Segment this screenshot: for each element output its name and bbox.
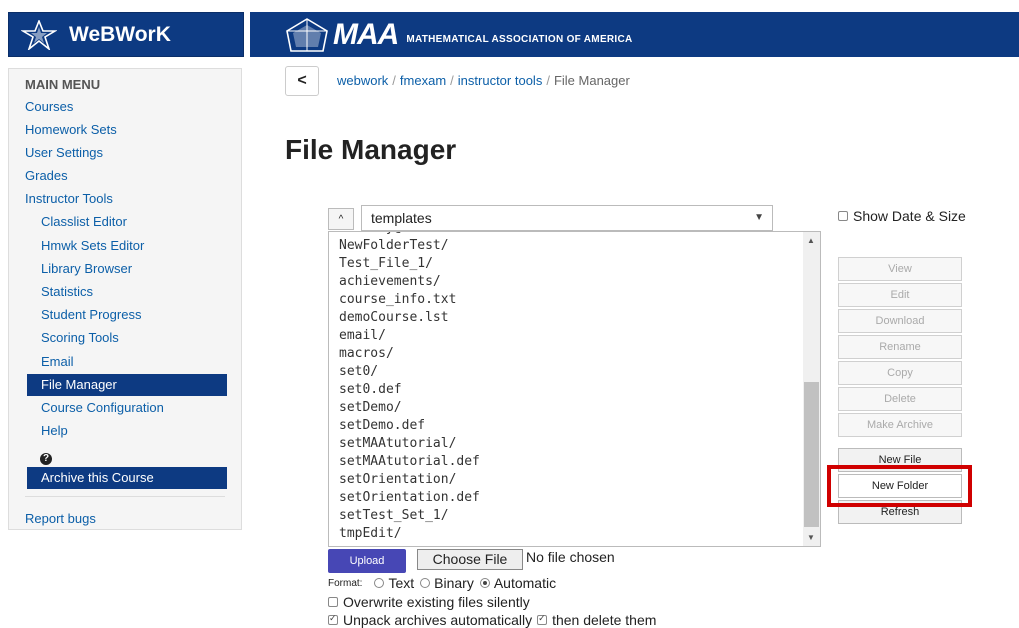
unpack-label: Unpack archives automatically <box>343 612 533 628</box>
file-list-scrollbar[interactable]: ▲ ▼ <box>803 232 820 546</box>
sidebar-item-help[interactable]: Help <box>41 423 68 438</box>
breadcrumb: webwork / fmexam / instructor tools / File Man… <box>337 73 630 88</box>
overwrite-label: Overwrite existing files silently <box>343 594 530 610</box>
choose-file-button[interactable]: Choose File <box>417 549 523 570</box>
scroll-up-icon[interactable]: ▲ <box>807 236 815 245</box>
sidebar-item-statistics[interactable]: Statistics <box>41 284 93 299</box>
file-list-items: Library@NewFolderTest/Test_File_1/achiev… <box>339 232 480 543</box>
file-chosen-status: No file chosen <box>526 549 615 565</box>
breadcrumb-webwork[interactable]: webwork <box>337 73 388 88</box>
directory-select[interactable]: templates ▼ <box>361 205 773 231</box>
maa-wordmark: MAA <box>333 17 399 51</box>
new-folder-highlight <box>827 465 972 507</box>
sidebar-item-scoring-tools[interactable]: Scoring Tools <box>41 330 119 345</box>
file-list-item[interactable]: email/ <box>339 327 480 345</box>
file-list[interactable]: Library@NewFolderTest/Test_File_1/achiev… <box>328 231 821 547</box>
breadcrumb-current: File Manager <box>553 73 630 88</box>
sidebar-item-hmwk-sets-editor[interactable]: Hmwk Sets Editor <box>41 238 144 253</box>
file-list-item[interactable]: NewFolderTest/ <box>339 237 480 255</box>
sidebar-item-archive-course[interactable]: Archive this Course <box>27 467 227 489</box>
view-button[interactable]: View <box>838 257 962 281</box>
format-automatic-radio[interactable] <box>479 578 490 588</box>
sidebar-item-file-manager[interactable]: File Manager <box>27 374 227 396</box>
sidebar-item-student-progress[interactable]: Student Progress <box>41 307 141 322</box>
sidebar-item-email[interactable]: Email <box>41 354 74 369</box>
maa-org-name: MATHEMATICAL ASSOCIATION OF AMERICA <box>406 34 633 45</box>
upload-button[interactable]: Upload <box>328 549 406 573</box>
file-list-item[interactable]: course_info.txt <box>339 291 480 309</box>
overwrite-option[interactable]: Overwrite existing files silently <box>328 594 530 610</box>
file-list-item[interactable]: setDemo.def <box>339 417 480 435</box>
breadcrumb-separator: / <box>546 73 550 88</box>
breadcrumb-fmexam[interactable]: fmexam <box>400 73 446 88</box>
file-list-item[interactable]: demoCourse.lst <box>339 309 480 327</box>
format-binary-radio[interactable] <box>420 578 431 588</box>
format-binary-label: Binary <box>434 575 474 591</box>
copy-button[interactable]: Copy <box>838 361 962 385</box>
show-date-size-label: Show Date & Size <box>853 208 966 224</box>
breadcrumb-separator: / <box>392 73 396 88</box>
delete-after-unpack-checkbox[interactable] <box>537 613 548 625</box>
file-list-item[interactable]: setOrientation.def <box>339 489 480 507</box>
show-date-size-toggle[interactable]: Show Date & Size <box>838 208 966 224</box>
maa-banner[interactable]: MAA MATHEMATICAL ASSOCIATION OF AMERICA <box>250 12 1019 57</box>
webwork-logo-icon <box>21 19 57 50</box>
maa-logo-icon <box>286 17 328 52</box>
sidebar-item-homework-sets[interactable]: Homework Sets <box>25 122 117 137</box>
format-label: Format: <box>328 577 363 589</box>
file-list-item[interactable]: set0.def <box>339 381 480 399</box>
unpack-option[interactable]: Unpack archives automatically then delet… <box>328 612 656 628</box>
format-text-radio[interactable] <box>374 578 385 588</box>
sidebar-item-grades[interactable]: Grades <box>25 168 68 183</box>
edit-button[interactable]: Edit <box>838 283 962 307</box>
format-options: Format: Text Binary Automatic <box>328 575 556 591</box>
sidebar-item-report-bugs[interactable]: Report bugs <box>25 511 96 526</box>
sidebar-item-library-browser[interactable]: Library Browser <box>41 261 132 276</box>
scrollbar-thumb[interactable] <box>804 382 819 527</box>
directory-select-value: templates <box>371 210 432 226</box>
sidebar-item-courses[interactable]: Courses <box>25 99 73 114</box>
format-text-label: Text <box>388 575 415 591</box>
sidebar-item-course-configuration[interactable]: Course Configuration <box>41 400 164 415</box>
format-automatic-label: Automatic <box>493 575 557 591</box>
breadcrumb-separator: / <box>450 73 454 88</box>
file-list-item[interactable]: setMAAtutorial.def <box>339 453 480 471</box>
file-list-item[interactable]: setDemo/ <box>339 399 480 417</box>
breadcrumb-instructor-tools[interactable]: instructor tools <box>458 73 543 88</box>
file-list-item[interactable]: setMAAtutorial/ <box>339 435 480 453</box>
file-list-item[interactable]: achievements/ <box>339 273 480 291</box>
file-list-item[interactable]: Test_File_1/ <box>339 255 480 273</box>
file-list-item[interactable]: tmpEdit/ <box>339 525 480 543</box>
sidebar-item-classlist-editor[interactable]: Classlist Editor <box>41 214 127 229</box>
sidebar-item-user-settings[interactable]: User Settings <box>25 145 103 160</box>
page-title: File Manager <box>285 134 457 165</box>
main-menu-sidebar: MAIN MENU Courses Homework Sets User Set… <box>8 68 242 530</box>
file-list-item[interactable]: setTest_Set_1/ <box>339 507 480 525</box>
parent-directory-button[interactable]: ^ <box>328 208 354 230</box>
main-menu-heading: MAIN MENU <box>25 77 101 92</box>
back-button[interactable]: < <box>285 66 319 96</box>
unpack-checkbox[interactable] <box>328 613 338 625</box>
brand-title: WeBWorK <box>69 22 171 46</box>
delete-button[interactable]: Delete <box>838 387 962 411</box>
rename-button[interactable]: Rename <box>838 335 962 359</box>
sidebar-item-instructor-tools[interactable]: Instructor Tools <box>25 191 113 206</box>
scroll-down-icon[interactable]: ▼ <box>807 533 815 542</box>
file-list-item[interactable]: macros/ <box>339 345 480 363</box>
make-archive-button[interactable]: Make Archive <box>838 413 962 437</box>
overwrite-checkbox[interactable] <box>328 597 338 607</box>
file-list-item[interactable]: set0/ <box>339 363 480 381</box>
webwork-brand[interactable]: WeBWorK <box>8 12 244 57</box>
help-question-icon[interactable]: ? <box>40 453 52 465</box>
delete-after-unpack-label: then delete them <box>552 612 657 628</box>
download-button[interactable]: Download <box>838 309 962 333</box>
show-date-size-checkbox[interactable] <box>838 211 848 221</box>
file-list-item[interactable]: setOrientation/ <box>339 471 480 489</box>
chevron-down-icon: ▼ <box>754 212 764 223</box>
sidebar-divider <box>25 496 225 497</box>
